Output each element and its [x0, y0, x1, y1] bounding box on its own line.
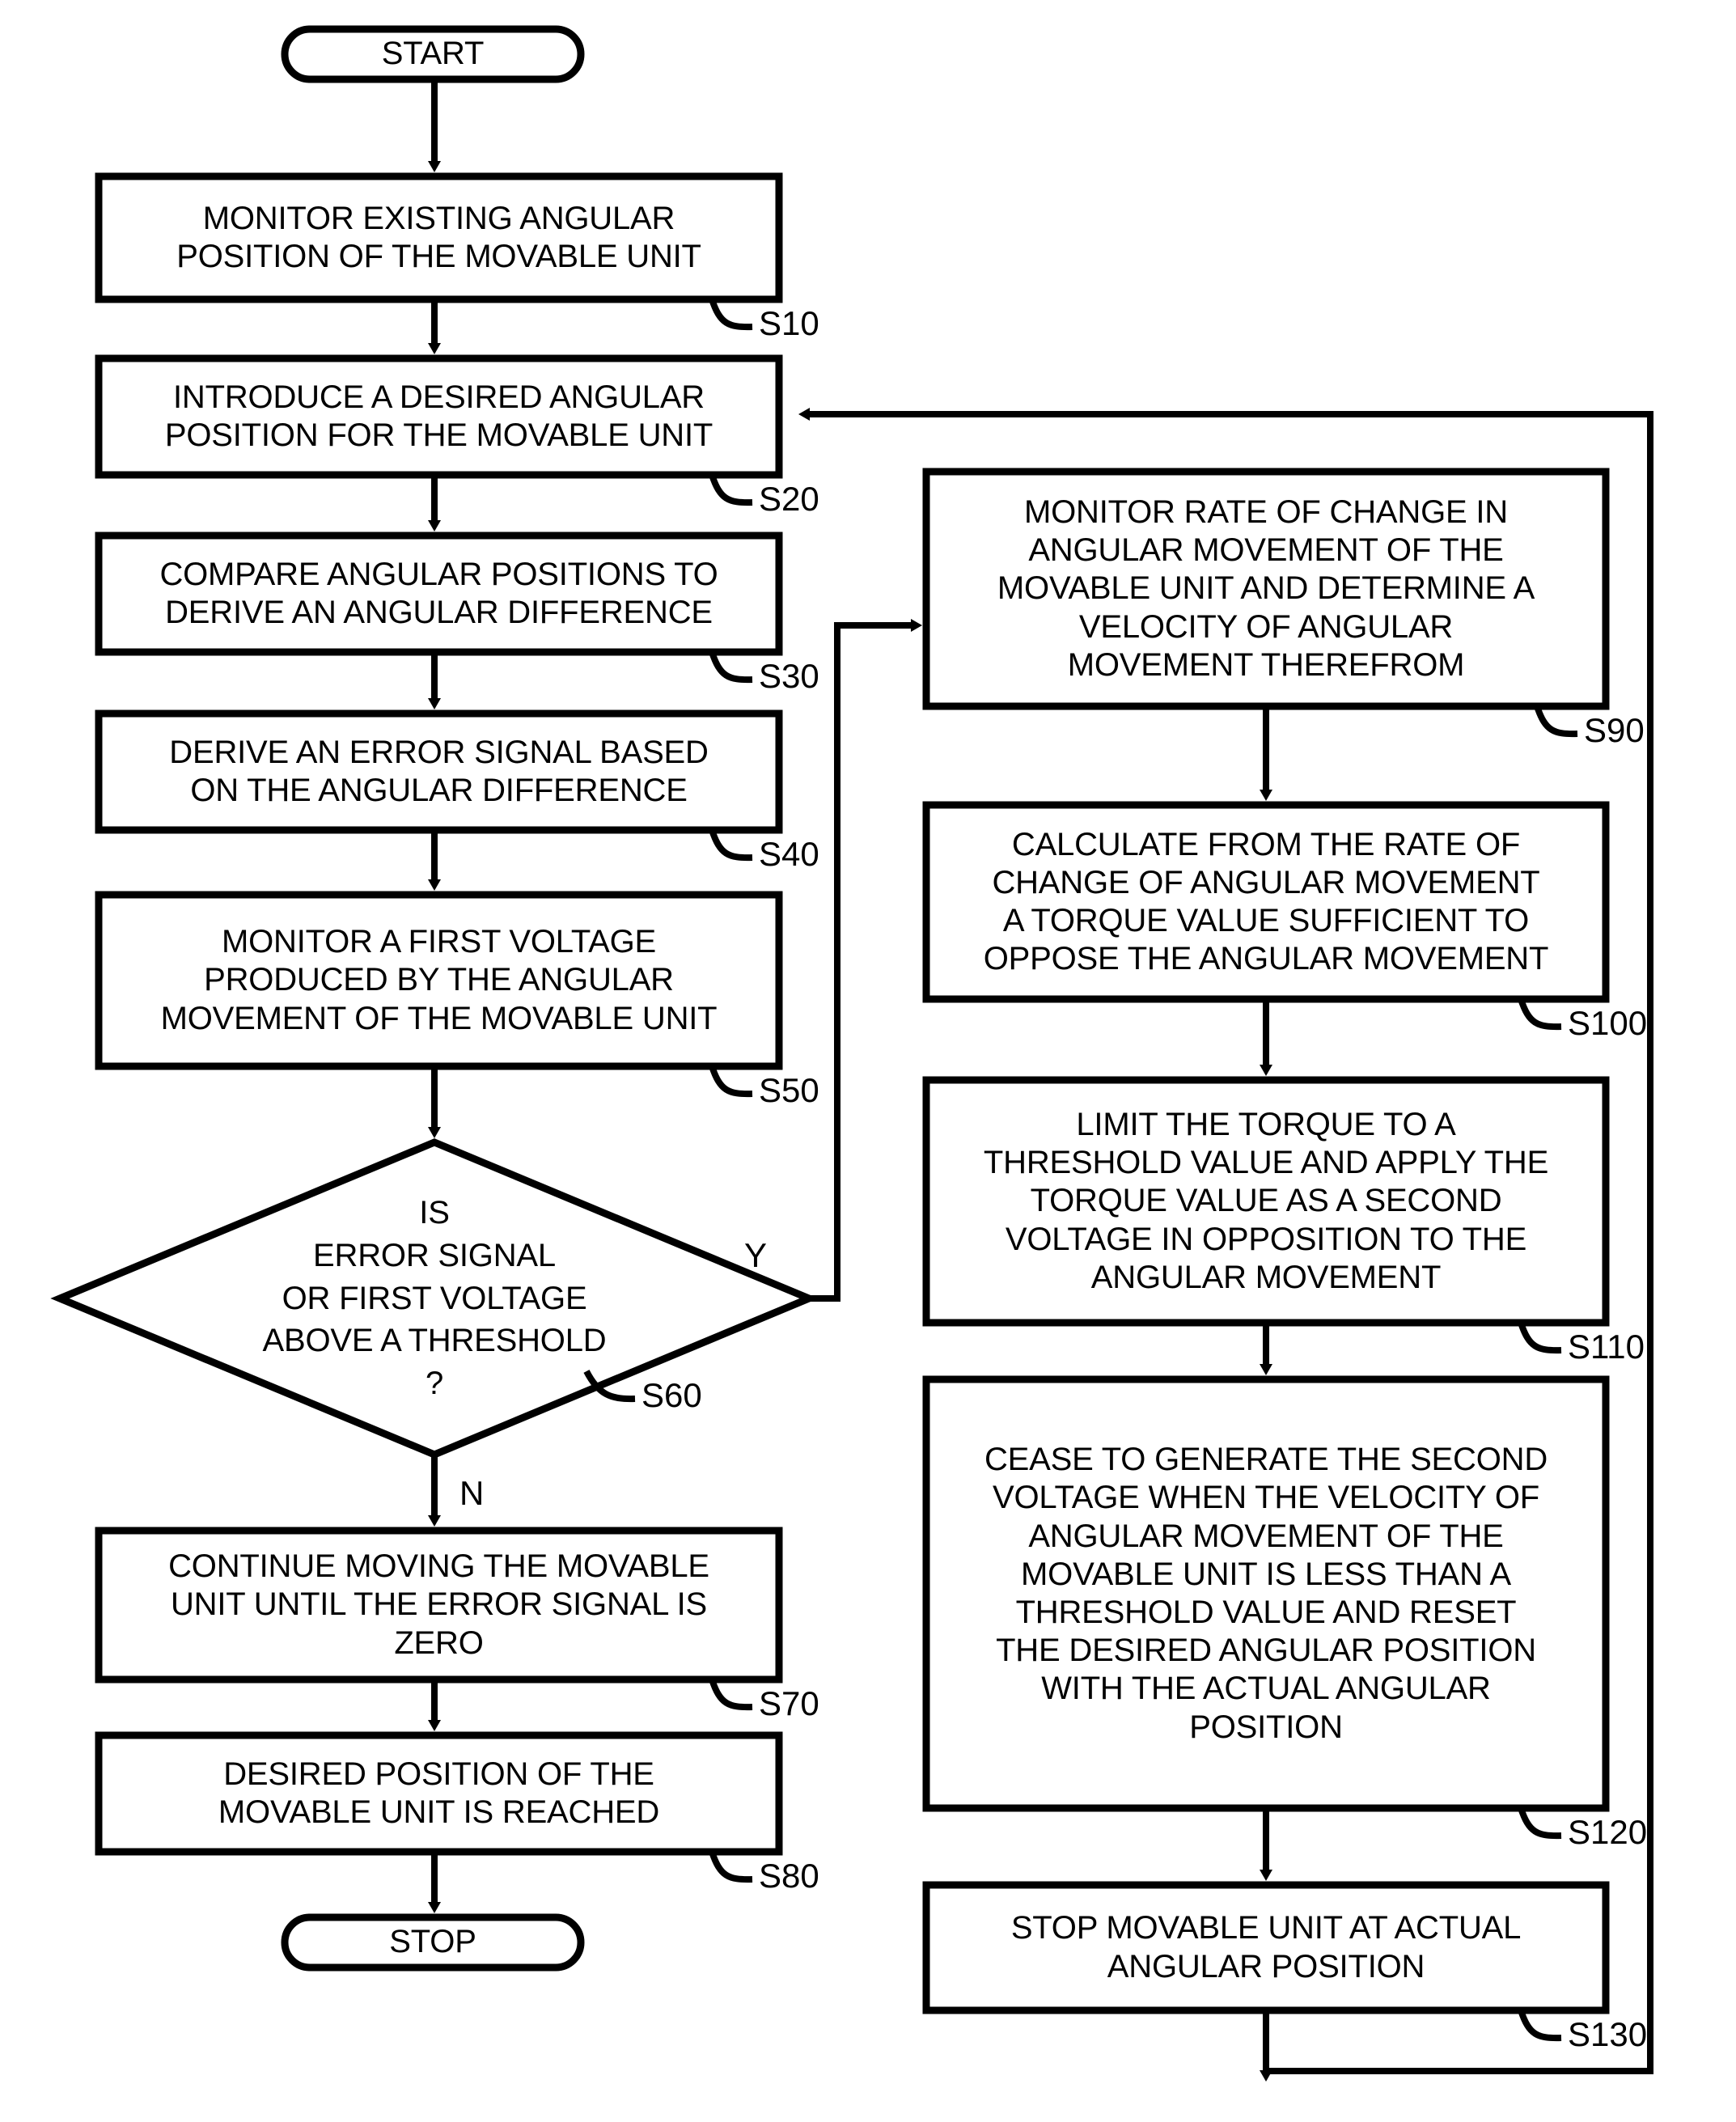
flowchart-page: START MONITOR EXISTING ANGULAR POSITION O…: [0, 0, 1736, 2122]
leader-s130: [1518, 2009, 1562, 2042]
node-shape-s120: [922, 1375, 1610, 1812]
step-label-s110: S110: [1568, 1328, 1645, 1366]
leader-s70: [709, 1678, 753, 1711]
step-label-s130: S130: [1568, 2015, 1648, 2053]
leader-s120: [1518, 1806, 1562, 1840]
node-shape-s40: [95, 709, 783, 834]
leader-s50: [709, 1065, 753, 1098]
leader-s20: [709, 473, 753, 506]
node-shape-start: [281, 25, 585, 83]
step-label-s120: S120: [1568, 1813, 1648, 1851]
step-label-s100: S100: [1568, 1004, 1648, 1042]
leader-s30: [709, 650, 753, 684]
node-shape-s30: [95, 532, 783, 656]
step-label-s90: S90: [1584, 711, 1645, 749]
node-shape-s110: [922, 1076, 1610, 1327]
node-shape-s90: [922, 468, 1610, 710]
node-shape-s20: [95, 354, 783, 479]
node-shape-s10: [95, 172, 783, 303]
node-shape-s100: [922, 801, 1610, 1003]
leader-s10: [709, 298, 753, 331]
node-shape-s70: [95, 1527, 783, 1684]
step-label-s80: S80: [759, 1857, 819, 1895]
step-label-s50: S50: [759, 1071, 819, 1109]
node-shape-s80: [95, 1731, 783, 1856]
node-shape-stop: [281, 1913, 585, 1972]
leader-s110: [1518, 1321, 1562, 1354]
step-label-s40: S40: [759, 835, 819, 873]
node-shape-s50: [95, 891, 783, 1070]
step-label-s20: S20: [759, 480, 819, 518]
leader-s90: [1534, 705, 1578, 738]
branch-label-yes: Y: [744, 1236, 768, 1274]
step-label-s30: S30: [759, 657, 819, 695]
step-label-s60: S60: [641, 1376, 702, 1414]
leader-s80: [709, 1850, 753, 1883]
node-shape-s130: [922, 1881, 1610, 2014]
edge-s60-s90-yes: [809, 619, 922, 1302]
branch-label-no: N: [459, 1474, 485, 1512]
flowchart-canvas: [50, 25, 1653, 2082]
leader-s40: [709, 828, 753, 862]
leader-s100: [1518, 997, 1562, 1031]
step-label-s10: S10: [759, 304, 819, 342]
step-label-s70: S70: [759, 1684, 819, 1722]
